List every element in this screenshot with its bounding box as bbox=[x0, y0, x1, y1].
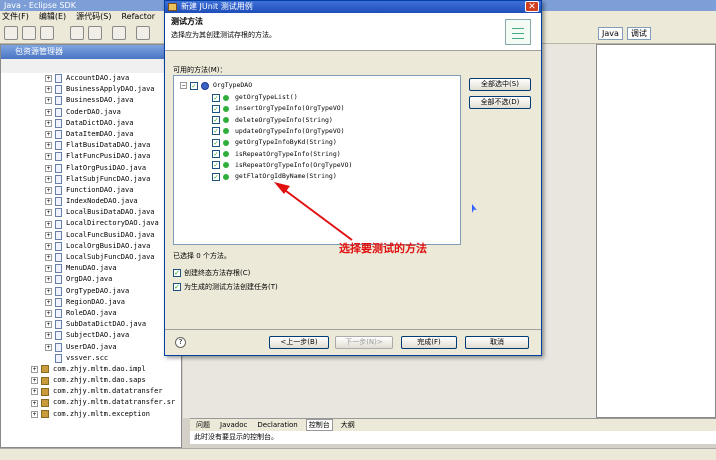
annotation-arrow bbox=[274, 182, 353, 241]
annotation-text: 选择要测试的方法 bbox=[339, 242, 427, 255]
